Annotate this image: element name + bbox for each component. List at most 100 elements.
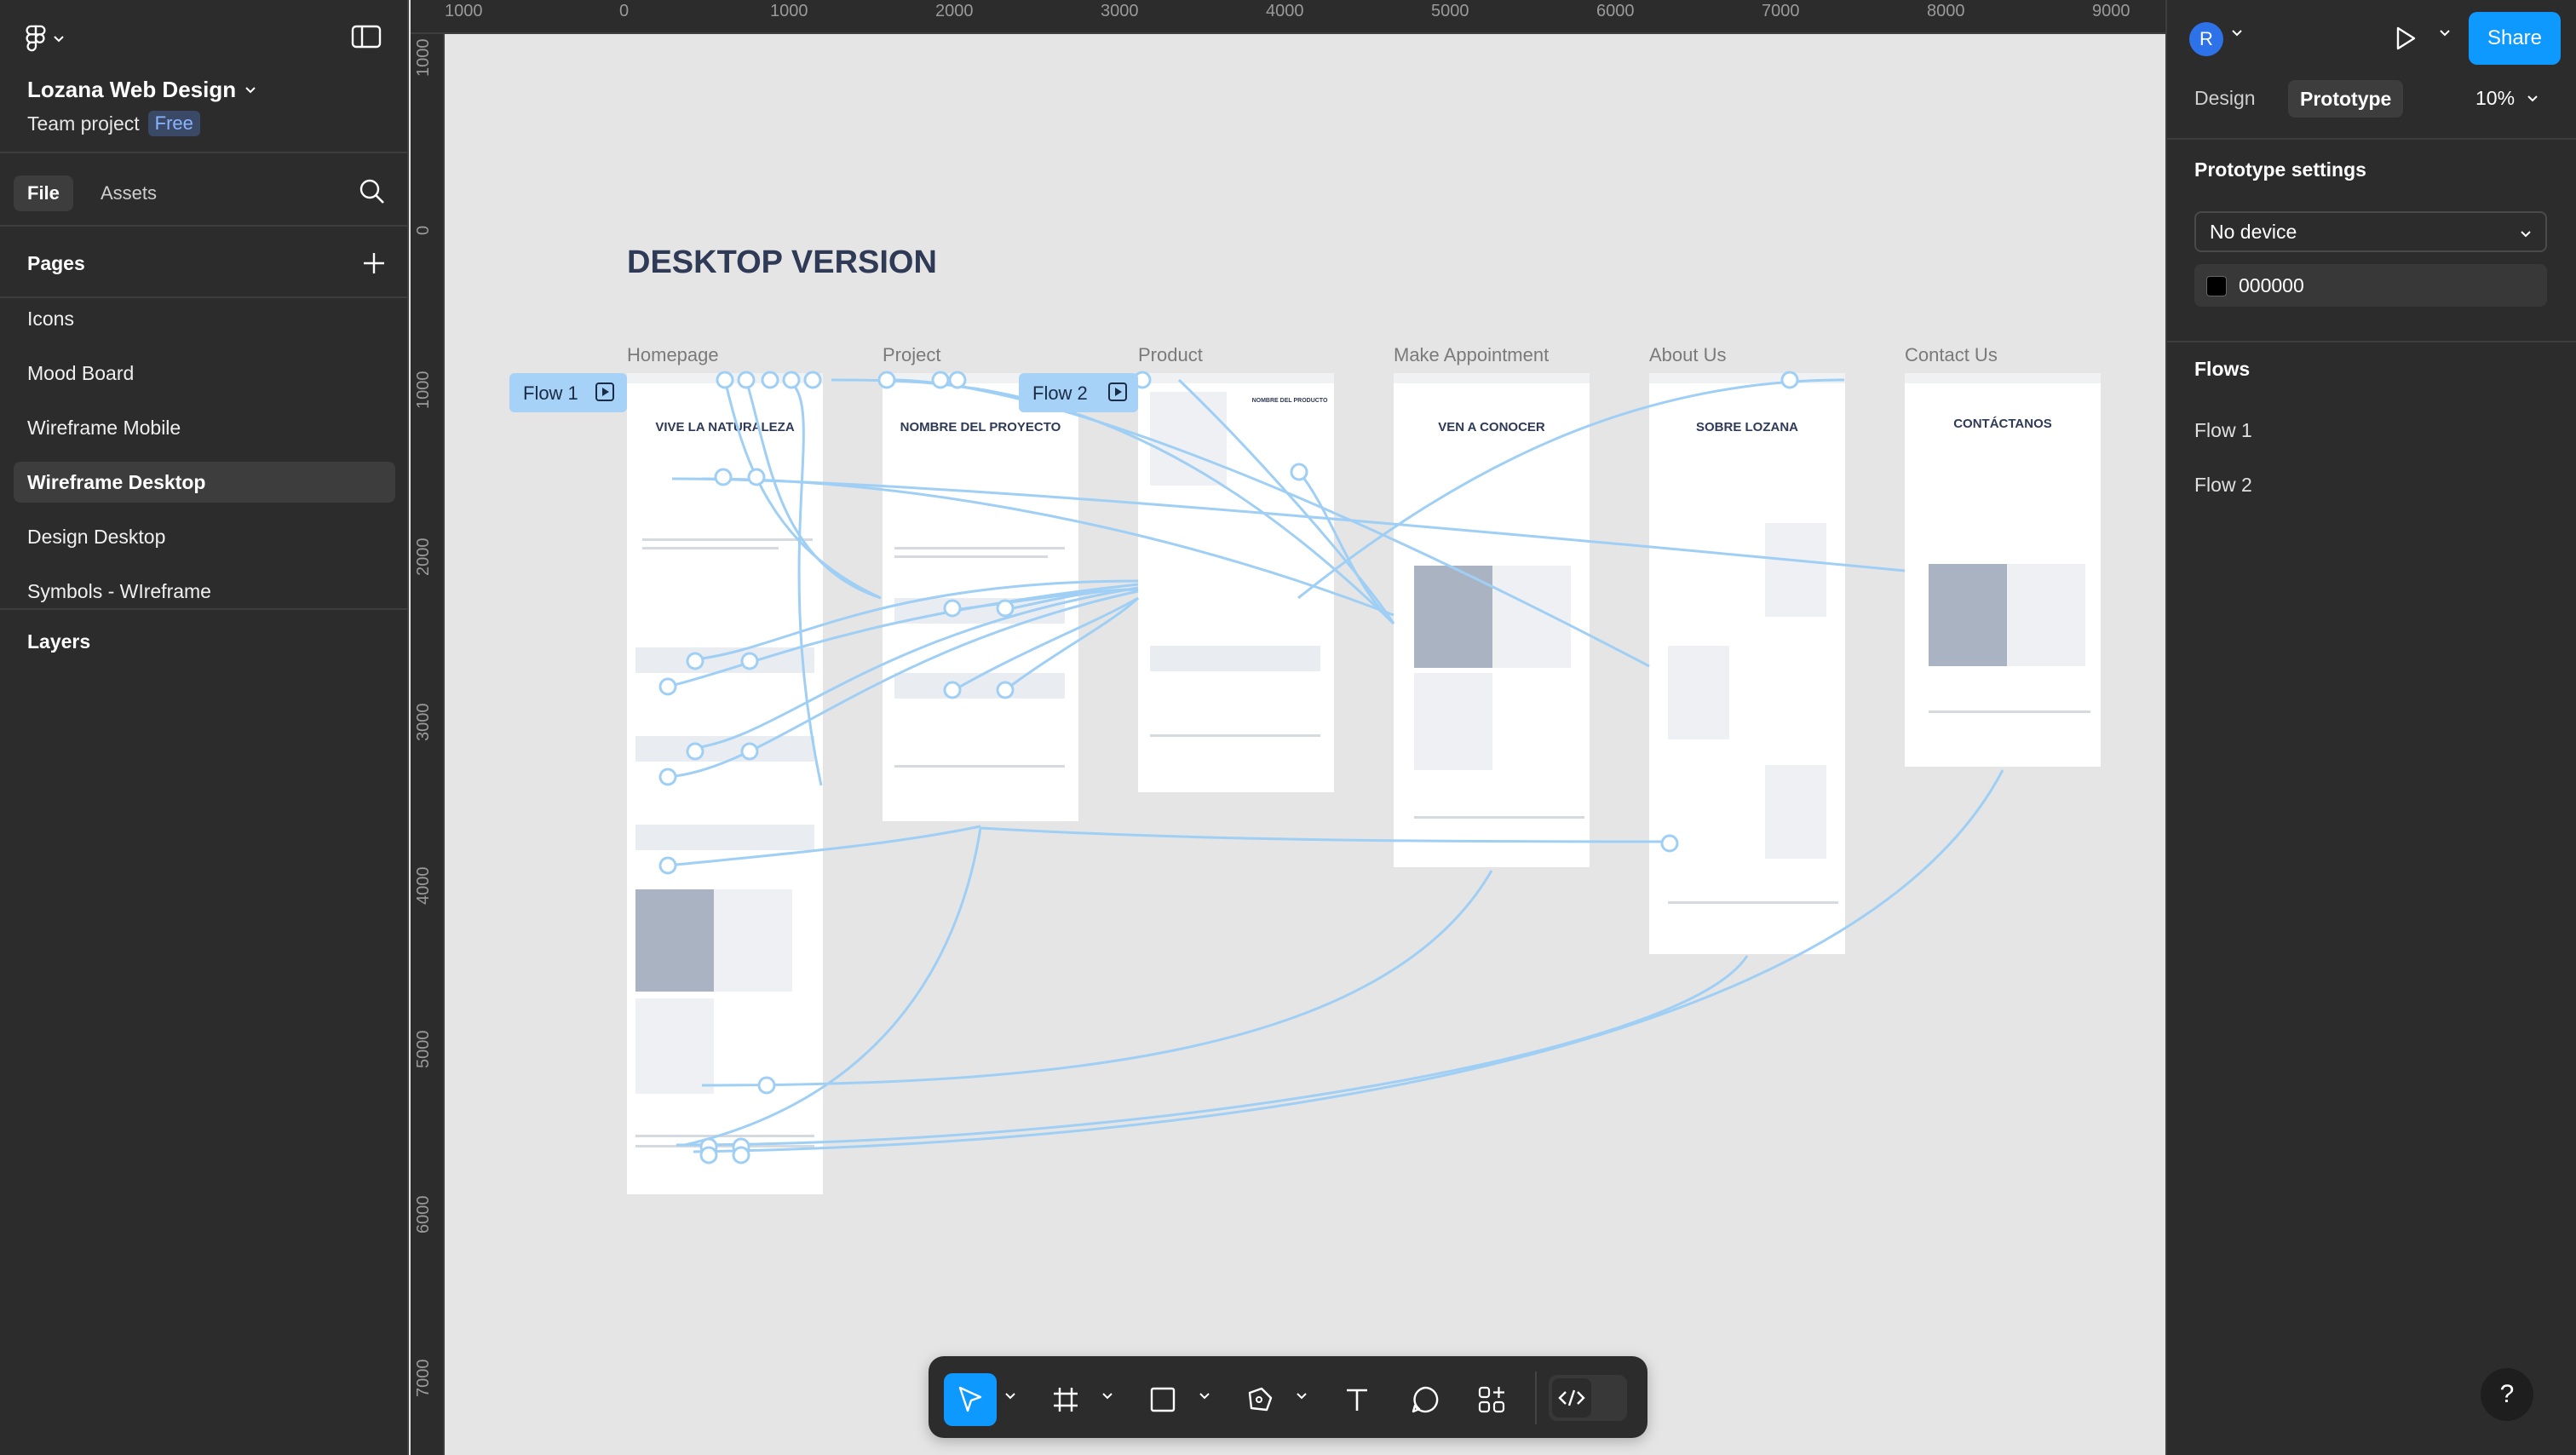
flow-tag-flow-2[interactable]: Flow 2 [1019,373,1138,412]
add-page-icon[interactable] [361,250,387,276]
ruler-tick-label: 6000 [414,1195,433,1234]
frame-label-project[interactable]: Project [883,344,940,365]
figma-app: Lozana Web Design Team project Free File… [0,0,2576,1455]
chevron-down-icon[interactable] [1101,1390,1118,1407]
avatar[interactable]: R [2189,22,2223,56]
dev-mode-toggle[interactable] [1549,1375,1627,1421]
divider [2167,341,2576,342]
ruler-tick-label: 2000 [414,538,433,577]
team-label: Team project [27,112,140,135]
chevron-down-icon [2527,95,2538,101]
flow-item-flow-2[interactable]: Flow 2 [2194,474,2252,497]
chevron-down-icon[interactable] [2438,27,2452,43]
chevron-down-icon [245,86,256,93]
zoom-level: 10% [2475,87,2516,109]
section-title[interactable]: DESKTOP VERSION [627,244,937,280]
figma-logo-icon [26,25,46,52]
ruler-horizontal: 1000 0 1000 2000 3000 4000 5000 6000 700… [411,0,2165,34]
pen-icon [1248,1387,1273,1412]
share-button[interactable]: Share [2469,12,2561,65]
file-name[interactable]: Lozana Web Design [27,77,256,103]
plan-badge[interactable]: Free [147,111,200,136]
flow-tag-label: Flow 1 [523,382,578,404]
ruler-tick-label: 1000 [414,38,433,78]
ruler-tick-label: 3000 [414,703,433,742]
present-play-icon[interactable] [2390,24,2421,55]
ruler-tick-label: 8000 [1927,2,1965,20]
tab-file[interactable]: File [14,175,73,211]
page-item-symbols-wireframe[interactable]: Symbols - WIreframe [14,571,395,612]
zoom-control[interactable]: 10% [2475,87,2539,110]
help-button[interactable]: ? [2481,1368,2533,1421]
ruler-tick-label: 6000 [1596,2,1635,20]
code-icon [1552,1378,1591,1418]
frame-label-about-us[interactable]: About Us [1649,344,1727,365]
device-select-value: No device [2210,221,2297,243]
text-icon [1347,1389,1367,1411]
frame-label-make-appointment[interactable]: Make Appointment [1394,344,1549,365]
device-select[interactable]: No device [2194,211,2547,252]
frame-heading: SOBRE LOZANA [1696,420,1798,434]
ruler-tick-label: 7000 [414,1359,433,1398]
layers-heading: Layers [27,630,91,653]
ruler-tick-label: 1000 [445,2,483,20]
pages-heading: Pages [27,252,85,274]
pen-tool[interactable] [1233,1373,1286,1426]
text-tool[interactable] [1331,1373,1383,1426]
chevron-down-icon[interactable] [1003,1390,1021,1407]
frame-label-homepage[interactable]: Homepage [627,344,719,365]
background-color-field[interactable]: 000000 [2194,264,2547,307]
main-menu-button[interactable] [26,22,80,56]
tab-prototype[interactable]: Prototype [2288,80,2404,118]
color-swatch[interactable] [2206,276,2227,296]
sidebar-toggle-icon[interactable] [351,24,383,53]
cursor-icon [958,1386,982,1412]
ruler-tick-label: 1000 [414,371,433,410]
flow-tag-flow-1[interactable]: Flow 1 [509,373,627,412]
file-name-label: Lozana Web Design [27,77,237,102]
frame-label-product[interactable]: Product [1138,344,1203,365]
move-tool[interactable] [944,1373,997,1426]
tab-assets[interactable]: Assets [101,175,157,211]
prototype-settings-heading: Prototype settings [2194,158,2366,181]
rectangle-icon [1150,1387,1176,1412]
page-item-icons[interactable]: Icons [14,298,395,339]
flow-item-flow-1[interactable]: Flow 1 [2194,419,2252,442]
file-team: Team project Free [27,111,200,136]
actions-tool[interactable] [1465,1373,1518,1426]
frame-label-contact-us[interactable]: Contact Us [1905,344,1998,365]
frame-tool[interactable] [1039,1373,1092,1426]
page-item-wireframe-desktop[interactable]: Wireframe Desktop [14,462,395,503]
chevron-down-icon[interactable] [1295,1390,1312,1407]
ruler-tick-label: 0 [414,225,433,235]
ruler-tick-label: 4000 [414,866,433,906]
divider [2167,138,2576,140]
ruler-tick-label: 0 [619,2,630,20]
flows-heading: Flows [2194,358,2251,380]
ruler-tick-label: 1000 [770,2,808,20]
ruler-tick-label: 7000 [1762,2,1800,20]
page-item-wireframe-mobile[interactable]: Wireframe Mobile [14,407,395,448]
page-item-mood-board[interactable]: Mood Board [14,353,395,394]
ruler-tick-label: 2000 [935,2,974,20]
canvas[interactable]: DESKTOP VERSION Homepage Project Product… [446,36,2165,1455]
chevron-down-icon [2520,213,2532,250]
comment-tool[interactable] [1399,1373,1452,1426]
background-color-value: 000000 [2239,274,2304,296]
rectangle-tool[interactable] [1136,1373,1189,1426]
flow-tag-label: Flow 2 [1032,382,1088,404]
frame-about-us[interactable]: SOBRE LOZANA [1649,373,1845,954]
frame-homepage[interactable]: VIVE LA NATURALEZA [627,373,823,1194]
chevron-down-icon[interactable] [2230,27,2244,43]
ruler-tick-label: 9000 [2092,2,2130,20]
search-icon[interactable] [358,177,388,208]
frame-heading: NOMBRE DEL PROYECTO [900,420,1061,434]
frame-icon [1054,1388,1078,1412]
page-item-design-desktop[interactable]: Design Desktop [14,516,395,557]
frame-contact-us[interactable]: CONTÁCTANOS [1905,373,2101,767]
comment-icon [1412,1386,1439,1413]
chevron-down-icon[interactable] [1198,1390,1215,1407]
divider [1535,1372,1537,1424]
frame-heading: CONTÁCTANOS [1953,417,2052,431]
tab-design[interactable]: Design [2194,87,2256,110]
